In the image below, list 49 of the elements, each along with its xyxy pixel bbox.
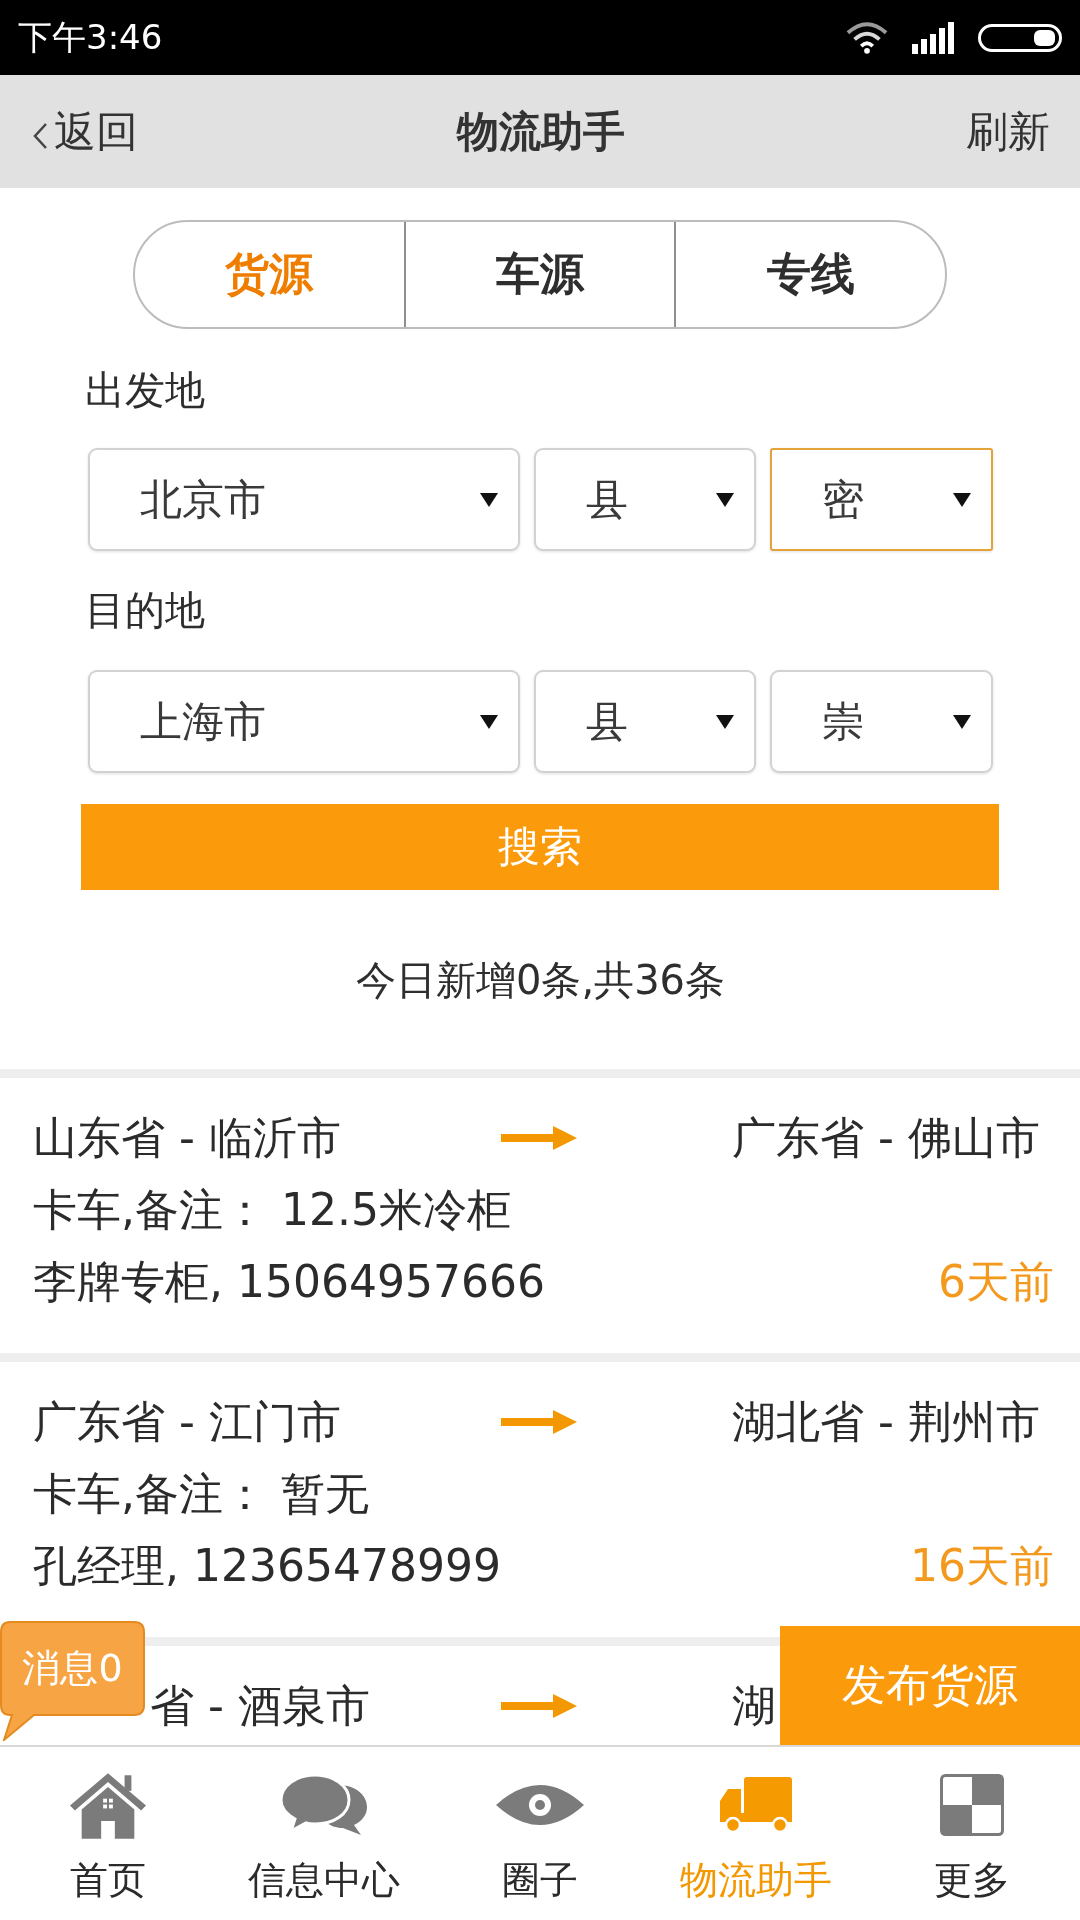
caret-icon (716, 492, 734, 507)
nav-item[interactable]: 信息中心 (216, 1747, 432, 1920)
house-icon (69, 1771, 147, 1839)
truck-icon (720, 1777, 792, 1833)
caret-icon (953, 492, 971, 507)
status-time: 下午3:46 (18, 15, 163, 59)
origin-text: 省 - 酒泉市 (150, 1680, 370, 1731)
dropdown[interactable]: 县 (534, 670, 756, 773)
destination-text: 湖北省 - 荆州市 (732, 1396, 1040, 1447)
dropdown[interactable]: 上海市 (88, 670, 520, 773)
destination-text: 广东省 - 佛山市 (732, 1112, 1040, 1163)
caret-icon (480, 492, 498, 507)
destination-text: 湖 (732, 1680, 776, 1731)
summary-text: 今日新增0条,共36条 (355, 957, 726, 1003)
caret-icon (953, 714, 971, 729)
caret-icon (480, 714, 498, 729)
dropdown[interactable]: 北京市 (88, 448, 520, 551)
origin-label: 出发地 (85, 366, 206, 415)
nav-item[interactable]: 圈子 (432, 1747, 648, 1920)
contact-text: 李牌专柜, 15064957666 (33, 1255, 545, 1309)
time-text: 6天前 (938, 1255, 1054, 1309)
dropdown[interactable]: 密 (770, 448, 993, 551)
wifi-icon (846, 21, 888, 54)
signal-icon (912, 21, 954, 54)
destination-label: 目的地 (85, 586, 206, 635)
chat-icon (281, 1775, 367, 1835)
detail-text: 卡车,备注： 12.5米冷柜 (33, 1183, 511, 1237)
chevron-left-icon (32, 121, 48, 150)
arrow-right-icon (501, 1126, 577, 1150)
arrow-right-icon (501, 1694, 577, 1718)
detail-text: 卡车,备注： 暂无 (33, 1467, 369, 1521)
back-button[interactable]: 返回 (32, 103, 138, 160)
arrow-right-icon (501, 1410, 577, 1434)
dropdown[interactable]: 崇 (770, 670, 993, 773)
page-title: 物流助手 (457, 105, 625, 158)
refresh-button[interactable]: 刷新 (966, 103, 1050, 160)
origin-text: 山东省 - 临沂市 (33, 1112, 341, 1163)
dropdown[interactable]: 县 (534, 448, 756, 551)
time-text: 16天前 (910, 1539, 1054, 1593)
caret-icon (716, 714, 734, 729)
grid-icon (940, 1774, 1004, 1836)
tab[interactable]: 车源 (403, 222, 675, 327)
nav-item[interactable]: 更多 (864, 1747, 1080, 1920)
eye-icon (496, 1785, 584, 1825)
battery-icon (978, 23, 1062, 52)
tab[interactable]: 专线 (674, 222, 945, 327)
origin-text: 广东省 - 江门市 (33, 1396, 341, 1447)
nav-item[interactable]: 首页 (0, 1747, 216, 1920)
contact-text: 孔经理, 12365478999 (33, 1539, 501, 1593)
